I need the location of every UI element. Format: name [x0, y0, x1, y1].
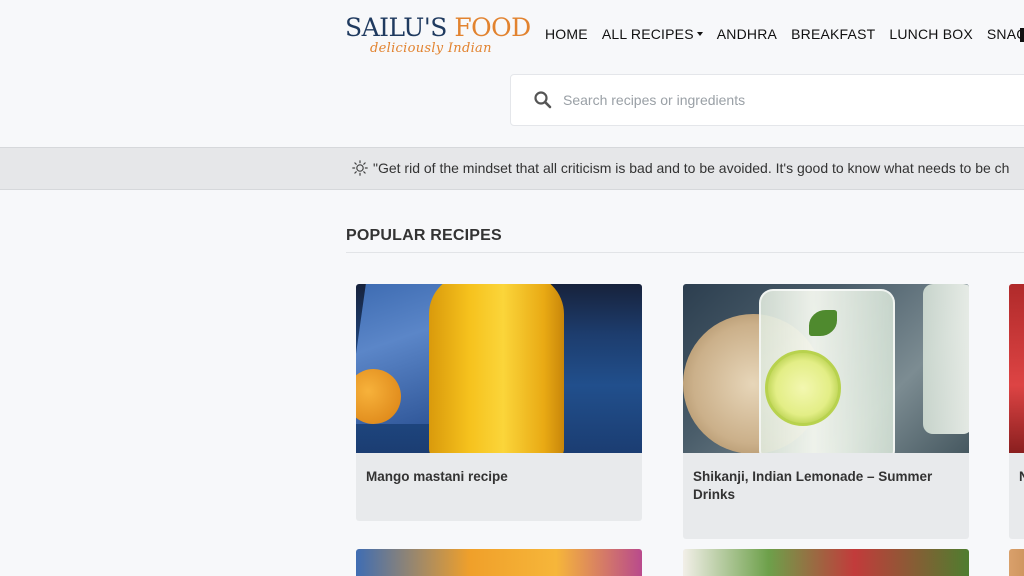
search-input[interactable]	[563, 92, 963, 108]
recipe-title[interactable]: Shikanji, Indian Lemonade – Summer Drink…	[693, 468, 957, 504]
recipe-card[interactable]: Shikanji, Indian Lemonade – Summer Drink…	[683, 284, 969, 539]
nav-item-snacks[interactable]: SNACKS	[987, 26, 1024, 42]
nav-label: ANDHRA	[716, 26, 778, 42]
main-nav: HOME ALL RECIPES ANDHRA BREAKFAST LUNCH …	[545, 26, 1024, 42]
nav-label: LUNCH BOX	[889, 26, 973, 42]
quote-text: "Get rid of the mindset that all critici…	[373, 160, 1010, 176]
search-box[interactable]	[510, 74, 1024, 126]
recipe-card[interactable]: N	[1009, 284, 1024, 539]
quote-banner: "Get rid of the mindset that all critici…	[0, 147, 1024, 190]
nav-label: ALL RECIPES	[601, 26, 694, 42]
recipe-card[interactable]	[683, 549, 969, 576]
nav-label: BREAKFAST	[791, 26, 876, 42]
recipe-card[interactable]	[356, 549, 642, 576]
site-logo[interactable]: SAILU'S FOOD deliciously Indian	[345, 13, 531, 60]
logo-name-part1: SAILU'S	[345, 13, 447, 42]
nav-item-andhra[interactable]: ANDHRA	[717, 26, 777, 42]
nav-label: HOME	[545, 26, 588, 42]
nav-item-overflow[interactable]	[1020, 28, 1024, 42]
section-title: POPULAR RECIPES	[346, 227, 502, 244]
caret-down-icon	[696, 32, 703, 36]
recipe-image[interactable]	[356, 284, 642, 453]
logo-name-part2: FOOD	[454, 13, 531, 42]
recipe-image[interactable]	[1009, 549, 1024, 576]
search-icon[interactable]	[533, 90, 553, 110]
nav-item-breakfast[interactable]: BREAKFAST	[791, 26, 875, 42]
recipe-title[interactable]: Mango mastani recipe	[366, 468, 630, 486]
logo-wordmark: SAILU'S FOOD	[345, 13, 531, 42]
recipe-image[interactable]	[683, 284, 969, 453]
sun-icon	[352, 160, 368, 176]
nav-item-lunch-box[interactable]: LUNCH BOX	[889, 26, 972, 42]
recipe-card[interactable]: Mango mastani recipe	[356, 284, 642, 521]
logo-tagline: deliciously Indian	[370, 41, 492, 56]
section-divider	[346, 252, 1024, 253]
recipe-title[interactable]: N	[1019, 468, 1024, 486]
nav-item-home[interactable]: HOME	[545, 26, 588, 42]
recipe-image[interactable]	[683, 549, 969, 576]
recipe-image[interactable]	[356, 549, 642, 576]
recipe-image[interactable]	[1009, 284, 1024, 453]
nav-item-all-recipes[interactable]: ALL RECIPES	[602, 26, 703, 42]
nav-label: SNACKS	[986, 26, 1024, 42]
recipe-card[interactable]	[1009, 549, 1024, 576]
